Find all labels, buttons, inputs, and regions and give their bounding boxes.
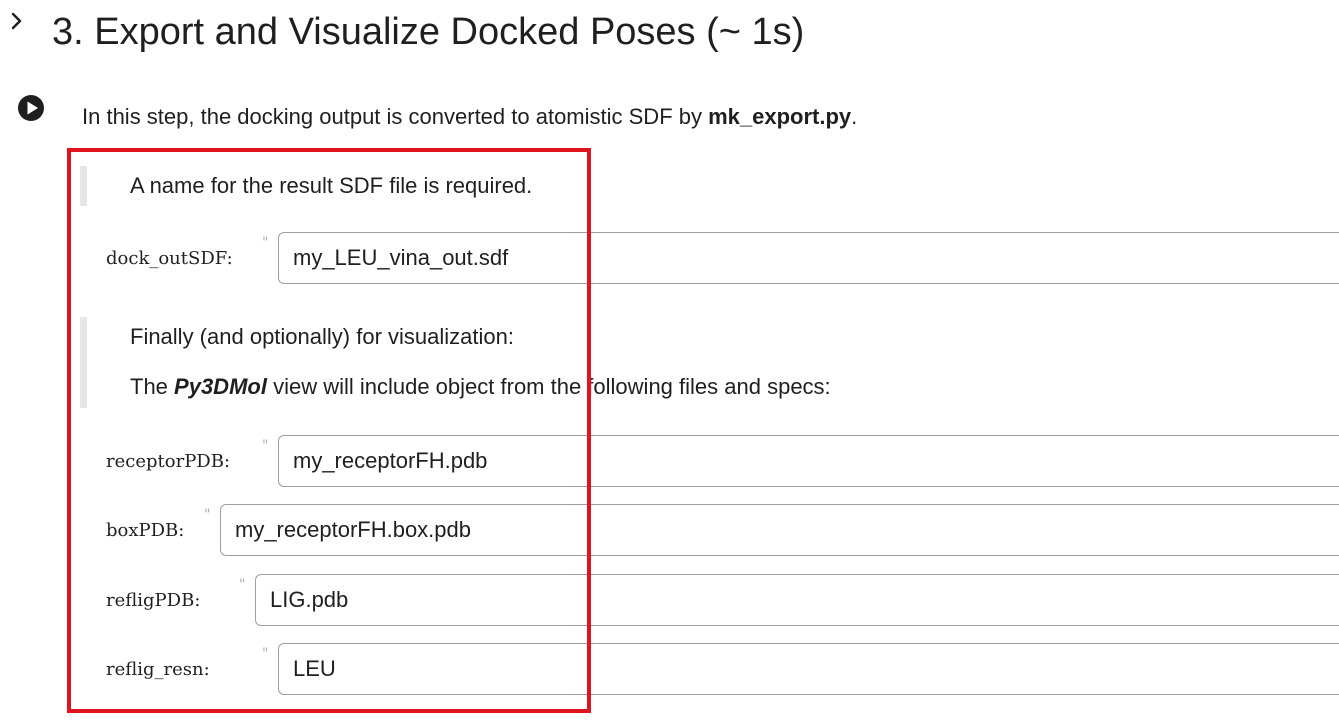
refligpdb-label: refligPDB:	[106, 590, 201, 611]
blockquote-bar	[80, 317, 87, 408]
vis-note-2-suffix: view will include object from the follow…	[266, 374, 831, 399]
boxpdb-field[interactable]	[220, 504, 1339, 556]
string-quote-mark: "	[262, 235, 269, 251]
dock-outsdf-field[interactable]	[278, 232, 1339, 284]
receptorpdb-field[interactable]	[278, 435, 1339, 487]
section-title: 3. Export and Visualize Docked Poses (~ …	[52, 11, 805, 53]
boxpdb-label: boxPDB:	[106, 520, 185, 541]
result-note: A name for the result SDF file is requir…	[130, 173, 533, 198]
py3dmol-emphasis: Py3DMol	[174, 374, 267, 399]
intro-suffix: .	[851, 104, 858, 129]
reflig-resn-field[interactable]	[278, 643, 1339, 695]
blockquote-bar	[80, 166, 87, 206]
vis-note-1: Finally (and optionally) for visualizati…	[130, 324, 514, 349]
intro-text: In this step, the docking output is conv…	[82, 102, 857, 132]
script-name: mk_export.py	[708, 104, 852, 129]
receptorpdb-label: receptorPDB:	[106, 451, 231, 472]
vis-note-2-prefix: The	[130, 374, 175, 399]
string-quote-mark: "	[262, 438, 269, 454]
dock-outsdf-label: dock_outSDF:	[106, 248, 233, 269]
string-quote-mark: "	[204, 507, 211, 523]
refligpdb-field[interactable]	[255, 574, 1339, 626]
string-quote-mark: "	[239, 577, 246, 593]
chevron-right-icon[interactable]	[8, 10, 26, 32]
play-circle-icon[interactable]	[17, 94, 45, 122]
reflig-resn-label: reflig_resn:	[106, 659, 210, 680]
vis-note-2: The Py3DMol view will include object fro…	[130, 372, 831, 402]
intro-prefix: In this step, the docking output is conv…	[82, 104, 709, 129]
string-quote-mark: "	[262, 646, 269, 662]
